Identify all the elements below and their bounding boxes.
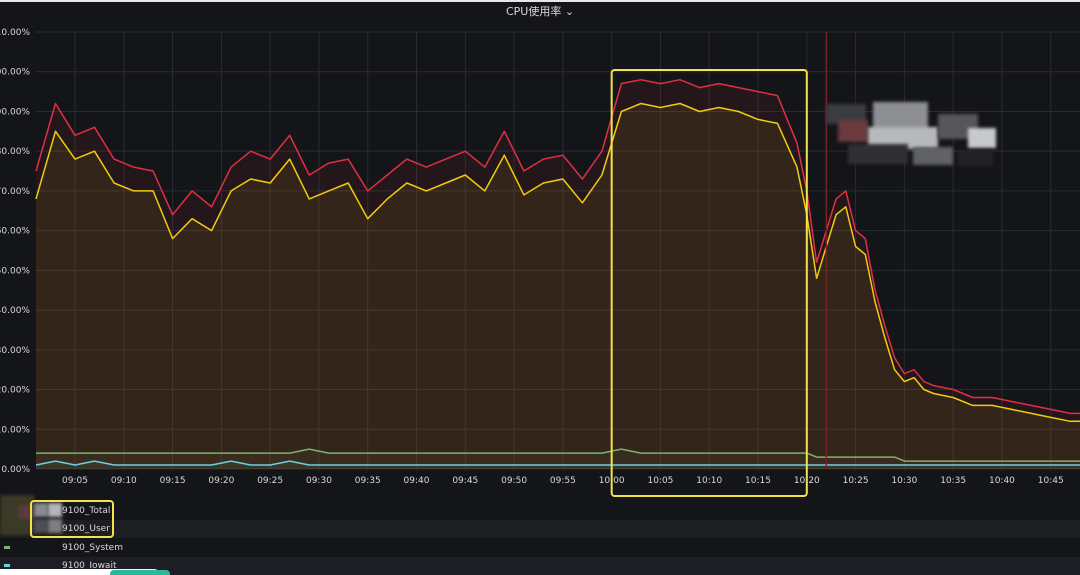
x-tick-label: 10:35 [940,476,966,486]
x-tick-label: 09:50 [501,476,527,486]
x-tick-label: 10:30 [891,476,917,486]
x-tick-label: 10:40 [989,476,1015,486]
x-axis: 09:05 09:10 09:15 09:20 09:25 09:30 09:35 09:40… [62,476,1064,486]
y-tick-label: 60.00% [0,227,30,237]
legend-highlight-box [30,500,114,538]
legend-item-system[interactable]: 9100_System [0,539,1080,557]
x-tick-label: 10:05 [647,476,673,486]
x-tick-label: 09:05 [62,476,88,486]
x-tick-label: 09:20 [208,476,234,486]
x-tick-label: 09:10 [111,476,137,486]
y-tick-label: 100.00% [0,68,30,78]
x-tick-label: 10:15 [745,476,771,486]
x-tick-label: 09:45 [452,476,478,486]
x-tick-label: 10:25 [843,476,869,486]
y-tick-label: 40.00% [0,306,30,316]
graph-panel: CPU使用率 ⌄ 0.00%10.00%20.00%30.00%40.00%50… [0,0,1080,575]
legend-swatch [4,546,10,549]
x-tick-label: 10:20 [794,476,820,486]
y-tick-label: 20.00% [0,386,30,396]
x-tick-label: 10:10 [696,476,722,486]
y-axis: 0.00% 10.00% 20.00% 30.00% 40.00% 50.00% 60.00… [0,28,30,475]
x-tick-label: 09:30 [306,476,332,486]
x-tick-label: 09:55 [550,476,576,486]
y-tick-label: 110.00% [0,28,30,38]
legend-label: 9100_System [62,543,123,553]
x-tick-label: 10:45 [1038,476,1064,486]
y-tick-label: 80.00% [0,147,30,157]
y-tick-label: 10.00% [0,425,30,435]
x-tick-label: 10:00 [599,476,625,486]
y-tick-label: 70.00% [0,187,30,197]
x-tick-label: 09:40 [404,476,430,486]
legend-item-total[interactable]: 9100_Total [0,502,1080,520]
chart: 0.00% 10.00% 20.00% 30.00% 40.00% 50.00% 60.00… [0,28,1080,497]
y-tick-label: 50.00% [0,266,30,276]
x-tick-label: 09:35 [355,476,381,486]
y-tick-label: 30.00% [0,346,30,356]
x-tick-label: 09:15 [160,476,186,486]
y-tick-label: 0.00% [1,465,30,475]
redacted-image-block [818,102,998,177]
x-tick-label: 09:25 [257,476,283,486]
y-tick-label: 90.00% [0,107,30,117]
legend-swatch [4,564,10,567]
legend-item-user[interactable]: 9100_User [0,520,1080,538]
